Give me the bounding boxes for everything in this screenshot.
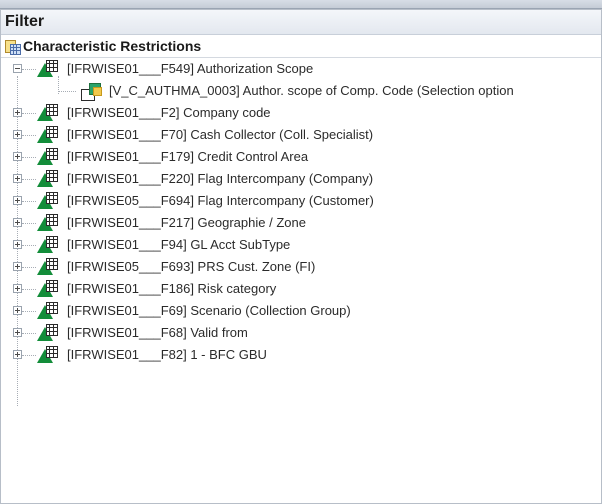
tree-row-author-scope-comp-code[interactable]: [V_C_AUTHMA_0003] Author. scope of Comp.… <box>1 80 601 102</box>
tree-branch-line <box>22 201 36 202</box>
tree-row[interactable]: [IFRWISE01___F186] Risk category <box>1 278 601 300</box>
characteristic-icon <box>37 148 61 166</box>
tree-row[interactable]: [IFRWISE01___F179] Credit Control Area <box>1 146 601 168</box>
variable-icon <box>81 83 103 101</box>
characteristic-icon <box>37 302 61 320</box>
tree-row[interactable]: [IFRWISE05___F694] Flag Intercompany (Cu… <box>1 190 601 212</box>
tree-row-authorization-scope[interactable]: [IFRWISE01___F549] Authorization Scope <box>1 58 601 94</box>
expand-icon[interactable] <box>13 262 22 271</box>
tree-branch-line <box>22 311 36 312</box>
tree-row[interactable]: [IFRWISE01___F220] Flag Intercompany (Co… <box>1 168 601 190</box>
tree-row-label: [IFRWISE01___F217] Geographie / Zone <box>67 215 306 230</box>
characteristic-icon <box>37 324 61 342</box>
tree-branch-line <box>22 289 36 290</box>
collapse-icon[interactable] <box>13 64 22 73</box>
expand-icon[interactable] <box>13 240 22 249</box>
tree-branch-line <box>58 91 76 92</box>
tree-row-label: [IFRWISE01___F94] GL Acct SubType <box>67 237 291 252</box>
expand-icon[interactable] <box>13 218 22 227</box>
tree-row-label: [IFRWISE01___F68] Valid from <box>67 325 248 340</box>
tree-branch-line <box>22 135 36 136</box>
characteristic-icon <box>37 192 61 210</box>
tree-row-label: [IFRWISE01___F179] Credit Control Area <box>67 149 309 164</box>
window-top-strip <box>0 0 602 9</box>
tree-branch-line <box>22 223 36 224</box>
characteristic-icon <box>37 346 61 364</box>
tree-branch-line <box>22 157 36 158</box>
characteristic-icon <box>37 236 61 254</box>
tree-row-label: [IFRWISE05___F694] Flag Intercompany (Cu… <box>67 193 374 208</box>
tree-branch-line <box>22 69 36 70</box>
tree-branch-line <box>22 179 36 180</box>
expand-icon[interactable] <box>13 196 22 205</box>
tree-row[interactable]: [IFRWISE05___F693] PRS Cust. Zone (FI) <box>1 256 601 278</box>
tree-row-label: [IFRWISE01___F549] Authorization Scope <box>67 61 314 76</box>
characteristic-icon <box>37 214 61 232</box>
characteristic-tree: [IFRWISE01___F549] Authorization Scope [… <box>1 58 601 503</box>
tree-branch-line <box>22 333 36 334</box>
expand-icon[interactable] <box>13 328 22 337</box>
tree-branch-line <box>22 113 36 114</box>
tree-row-label: [IFRWISE05___F693] PRS Cust. Zone (FI) <box>67 259 316 274</box>
filter-panel-title: Filter <box>1 10 601 35</box>
expand-icon[interactable] <box>13 152 22 161</box>
tree-row-label: [IFRWISE01___F82] 1 - BFC GBU <box>67 347 267 362</box>
characteristic-icon <box>37 170 61 188</box>
tree-branch-line <box>22 245 36 246</box>
characteristic-icon <box>37 258 61 276</box>
tree-branch-line <box>22 355 36 356</box>
tree-row-label: [IFRWISE01___F2] Company code <box>67 105 271 120</box>
tree-row[interactable]: [IFRWISE01___F217] Geographie / Zone <box>1 212 601 234</box>
tree-row[interactable]: [IFRWISE01___F68] Valid from <box>1 322 601 344</box>
tree-row-label: [V_C_AUTHMA_0003] Author. scope of Comp.… <box>109 83 514 98</box>
expand-icon[interactable] <box>13 108 22 117</box>
tree-row[interactable]: [IFRWISE01___F94] GL Acct SubType <box>1 234 601 256</box>
tree-row[interactable]: [IFRWISE01___F69] Scenario (Collection G… <box>1 300 601 322</box>
tree-row[interactable]: [IFRWISE01___F70] Cash Collector (Coll. … <box>1 124 601 146</box>
expand-icon[interactable] <box>13 350 22 359</box>
tree-row-label: [IFRWISE01___F186] Risk category <box>67 281 277 296</box>
expand-icon[interactable] <box>13 130 22 139</box>
characteristic-icon <box>37 280 61 298</box>
tree-row-label: [IFRWISE01___F70] Cash Collector (Coll. … <box>67 127 374 142</box>
tree-row-label: [IFRWISE01___F69] Scenario (Collection G… <box>67 303 351 318</box>
characteristic-restrictions-header[interactable]: Characteristic Restrictions <box>1 35 601 58</box>
tree-branch-line <box>22 267 36 268</box>
characteristic-restrictions-icon <box>5 39 21 55</box>
filter-panel: Filter Characteristic Restrictions [IFRW… <box>0 9 602 504</box>
expand-icon[interactable] <box>13 284 22 293</box>
characteristic-icon <box>37 104 61 122</box>
tree-row[interactable]: [IFRWISE01___F82] 1 - BFC GBU <box>1 344 601 366</box>
expand-icon[interactable] <box>13 306 22 315</box>
characteristic-icon <box>37 126 61 144</box>
expand-icon[interactable] <box>13 174 22 183</box>
characteristic-restrictions-label: Characteristic Restrictions <box>23 38 202 54</box>
tree-row[interactable]: [IFRWISE01___F2] Company code <box>1 102 601 124</box>
tree-row-label: [IFRWISE01___F220] Flag Intercompany (Co… <box>67 171 374 186</box>
